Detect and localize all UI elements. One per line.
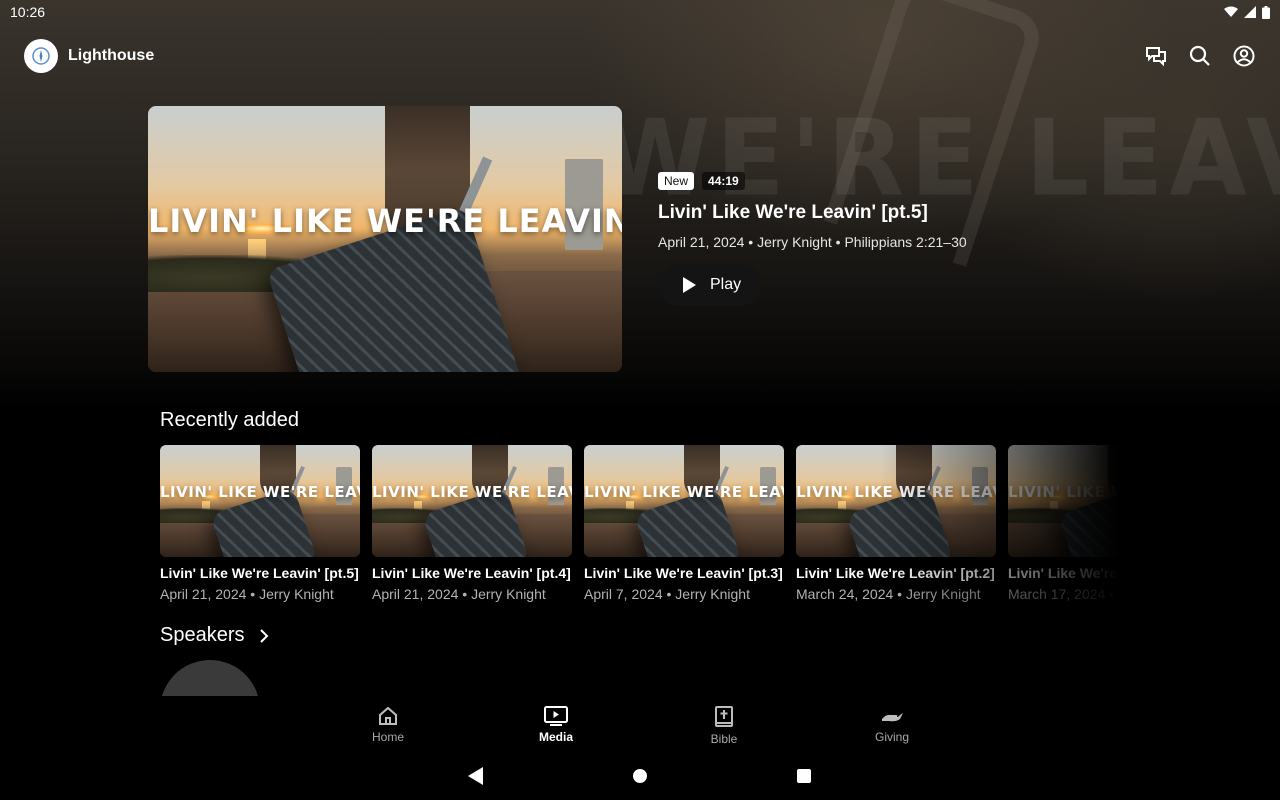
nav-label-bible: Bible <box>710 732 738 746</box>
play-label: Play <box>710 276 742 293</box>
artwork-title: LIVIN' LIKE WE'RE LEAVIN' <box>584 483 784 502</box>
card-meta: April 21, 2024 • Jerry Knight <box>160 586 334 602</box>
nav-label-media: Media <box>538 730 573 744</box>
app-name: Lighthouse <box>68 47 155 64</box>
media-card[interactable]: LIVIN' LIKE WE'RE LEAVIN' Livin' Like We'… <box>372 445 572 602</box>
speakers-title: Speakers <box>160 624 245 646</box>
search-icon[interactable] <box>1188 44 1212 68</box>
top-actions <box>1144 44 1256 68</box>
home-icon <box>379 706 397 725</box>
signal-icon <box>1244 6 1256 18</box>
card-thumbnail: LIVIN' LIKE WE'RE LEAVIN' <box>796 445 996 557</box>
sermon-artwork: LIVIN' LIKE WE'RE LEAVIN' <box>796 445 996 557</box>
chevron-right-icon <box>259 628 268 643</box>
hero-meta: April 21, 2024 • Jerry Knight • Philippi… <box>658 234 967 250</box>
bottom-navigation: Home Media Bible Giving <box>0 696 1280 752</box>
speakers-header[interactable]: Speakers <box>160 624 269 647</box>
media-card[interactable]: LIVIN' LIKE WE'RE LEAVIN' Livin' Like We'… <box>1008 445 1120 602</box>
media-card[interactable]: LIVIN' LIKE WE'RE LEAVIN' Livin' Like We'… <box>584 445 784 602</box>
nav-giving[interactable]: Giving <box>808 696 976 752</box>
artwork-title: LIVIN' LIKE WE'RE LEAVIN' <box>148 201 622 240</box>
card-meta: April 7, 2024 • Jerry Knight <box>584 586 750 602</box>
system-navigation <box>0 752 1280 800</box>
bible-icon <box>715 706 733 727</box>
play-button[interactable]: Play <box>658 264 762 306</box>
lighthouse-logo-icon <box>24 39 58 73</box>
nav-home[interactable]: Home <box>304 696 472 752</box>
top-app-bar: Lighthouse <box>24 38 1256 74</box>
sermon-artwork: LIVIN' LIKE WE'RE LEAVIN' <box>584 445 784 557</box>
sermon-artwork: LIVIN' LIKE WE'RE LEAVIN' <box>1008 445 1120 557</box>
duration-badge: 44:19 <box>702 172 745 190</box>
hero-title: Livin' Like We're Leavin' [pt.5] <box>658 202 928 223</box>
nav-label-home: Home <box>371 730 404 744</box>
card-meta: March 24, 2024 • Jerry Knight <box>796 586 981 602</box>
brand[interactable]: Lighthouse <box>24 39 154 73</box>
card-meta: April 21, 2024 • Jerry Knight <box>372 586 546 602</box>
sermon-artwork: LIVIN' LIKE WE'RE LEAVIN' <box>160 445 360 557</box>
back-icon[interactable] <box>464 764 488 788</box>
status-bar: 10:26 <box>0 0 1280 24</box>
hero-info: New 44:19 Livin' Like We're Leavin' [pt.… <box>658 172 1118 306</box>
play-icon <box>683 277 696 293</box>
card-title: Livin' Like We're Leavin' [pt.3] <box>584 565 783 581</box>
wifi-icon <box>1224 6 1238 17</box>
media-card[interactable]: LIVIN' LIKE WE'RE LEAVIN' Livin' Like We'… <box>796 445 996 602</box>
card-thumbnail: LIVIN' LIKE WE'RE LEAVIN' <box>372 445 572 557</box>
status-icons <box>1224 5 1270 19</box>
artwork-title: LIVIN' LIKE WE'RE LEAVIN' <box>1008 483 1120 502</box>
nav-media[interactable]: Media <box>472 696 640 752</box>
hero-badges: New 44:19 <box>658 172 1118 190</box>
card-thumbnail: LIVIN' LIKE WE'RE LEAVIN' <box>584 445 784 557</box>
new-badge: New <box>658 172 695 190</box>
battery-icon <box>1262 5 1270 19</box>
card-title: Livin' Like We're Leavin' [pt.4] <box>372 565 571 581</box>
sermon-artwork: LIVIN' LIKE WE'RE LEAVIN' <box>148 106 622 372</box>
card-thumbnail: LIVIN' LIKE WE'RE LEAVIN' <box>160 445 360 557</box>
home-circle-icon[interactable] <box>628 764 652 788</box>
nav-label-giving: Giving <box>874 730 909 744</box>
card-title: Livin' Like We're Leavin' [pt.5] <box>160 565 359 581</box>
status-time: 10:26 <box>10 4 46 20</box>
recents-icon[interactable] <box>792 764 816 788</box>
chat-icon[interactable] <box>1144 44 1168 68</box>
card-thumbnail: LIVIN' LIKE WE'RE LEAVIN' <box>1008 445 1120 557</box>
nav-bible[interactable]: Bible <box>640 696 808 752</box>
hero-thumbnail[interactable]: LIVIN' LIKE WE'RE LEAVIN' <box>148 106 622 372</box>
media-card[interactable]: LIVIN' LIKE WE'RE LEAVIN' Livin' Like We'… <box>160 445 360 602</box>
card-title: Livin' Like We're Leavin' [pt.1] <box>1008 565 1120 581</box>
media-icon <box>544 706 568 726</box>
sermon-artwork: LIVIN' LIKE WE'RE LEAVIN' <box>372 445 572 557</box>
recently-added-title: Recently added <box>160 409 299 431</box>
artwork-title: LIVIN' LIKE WE'RE LEAVIN' <box>372 483 572 502</box>
artwork-title: LIVIN' LIKE WE'RE LEAVIN' <box>160 483 360 502</box>
artwork-title: LIVIN' LIKE WE'RE LEAVIN' <box>796 483 996 502</box>
card-meta: March 17, 2024 • Jerry Knight <box>1008 586 1120 602</box>
recently-added-list: LIVIN' LIKE WE'RE LEAVIN' Livin' Like We'… <box>160 445 1120 602</box>
account-icon[interactable] <box>1232 44 1256 68</box>
recently-added-row[interactable]: LIVIN' LIKE WE'RE LEAVIN' Livin' Like We'… <box>160 445 1120 610</box>
card-title: Livin' Like We're Leavin' [pt.2] <box>796 565 995 581</box>
giving-icon <box>882 713 903 722</box>
